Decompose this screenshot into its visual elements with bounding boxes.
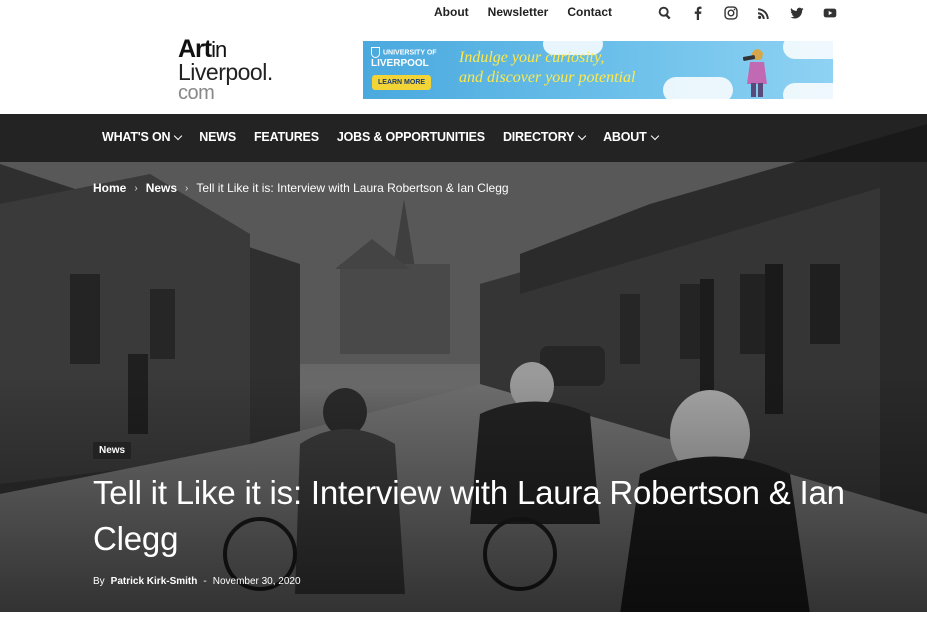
nav-directory[interactable]: DIRECTORY — [502, 130, 587, 144]
nav-label: DIRECTORY — [502, 130, 575, 144]
breadcrumb-separator: › — [134, 182, 138, 194]
author-link[interactable]: Patrick Kirk-Smith — [111, 576, 198, 587]
logo-com: com — [178, 81, 215, 104]
nav-label: JOBS & OPPORTUNITIES — [336, 130, 485, 144]
hero-section: WHAT'S ON NEWS FEATURES JOBS & OPPORTUNI… — [0, 114, 927, 612]
learn-more-button[interactable]: LEARN MORE — [372, 75, 432, 90]
breadcrumb-news[interactable]: News — [146, 181, 177, 195]
facebook-icon[interactable] — [681, 4, 714, 22]
top-links: About Newsletter Contact — [434, 5, 612, 19]
nav-features[interactable]: FEATURES — [254, 130, 319, 144]
breadcrumb-separator: › — [185, 182, 189, 194]
meta-separator: - — [203, 576, 207, 587]
nav-about[interactable]: ABOUT — [603, 130, 659, 144]
logo-liverpool: Liverpool. — [178, 58, 273, 85]
person-with-telescope-illustration — [742, 49, 767, 97]
university-name: LIVERPOOL — [371, 58, 429, 69]
site-logo[interactable]: Artin Liverpool. com — [178, 37, 288, 104]
breadcrumb: Home › News › Tell it Like it is: Interv… — [93, 181, 509, 195]
nav-jobs-opportunities[interactable]: JOBS & OPPORTUNITIES — [337, 130, 485, 144]
chevron-down-icon — [577, 131, 587, 140]
main-navigation: WHAT'S ON NEWS FEATURES JOBS & OPPORTUNI… — [0, 114, 927, 162]
breadcrumb-current: Tell it Like it is: Interview with Laura… — [196, 181, 509, 195]
nav-label: ABOUT — [603, 130, 647, 144]
publish-date: November 30, 2020 — [212, 576, 301, 587]
rss-icon[interactable] — [747, 4, 780, 22]
nav-label: FEATURES — [254, 130, 319, 144]
top-bar: About Newsletter Contact — [0, 0, 927, 26]
banner-tagline: Indulge your curiosity, and discover you… — [459, 48, 635, 88]
category-badge[interactable]: News — [93, 442, 132, 459]
nav-news[interactable]: NEWS — [199, 130, 236, 144]
tagline-line-2: and discover your potential — [459, 69, 636, 86]
by-label: By — [93, 576, 105, 587]
twitter-icon[interactable] — [780, 4, 813, 22]
contact-link[interactable]: Contact — [567, 5, 612, 19]
youtube-icon[interactable] — [813, 4, 846, 22]
instagram-icon[interactable] — [714, 4, 747, 22]
university-banner-ad[interactable]: UNIVERSITY OF LIVERPOOL LEARN MORE Indul… — [363, 41, 833, 99]
about-link[interactable]: About — [434, 5, 469, 19]
newsletter-link[interactable]: Newsletter — [488, 5, 549, 19]
cloud-shape — [663, 77, 733, 99]
crest-icon — [371, 47, 380, 58]
tagline-line-1: Indulge your curiosity, — [459, 49, 605, 66]
cloud-shape — [783, 83, 833, 99]
nav-label: NEWS — [199, 130, 236, 144]
article-title: Tell it Like it is: Interview with Laura… — [93, 474, 845, 557]
article-meta: By Patrick Kirk-Smith - November 30, 202… — [93, 576, 301, 587]
nav-whats-on[interactable]: WHAT'S ON — [102, 130, 183, 144]
breadcrumb-home[interactable]: Home — [93, 181, 126, 195]
chevron-down-icon — [650, 131, 659, 140]
chevron-down-icon — [174, 131, 183, 140]
cloud-shape — [783, 41, 833, 59]
university-logo: UNIVERSITY OF LIVERPOOL — [371, 47, 441, 69]
university-label: UNIVERSITY OF — [383, 49, 437, 57]
nav-label: WHAT'S ON — [102, 130, 171, 144]
search-icon[interactable] — [648, 4, 681, 22]
social-icons — [648, 4, 846, 22]
